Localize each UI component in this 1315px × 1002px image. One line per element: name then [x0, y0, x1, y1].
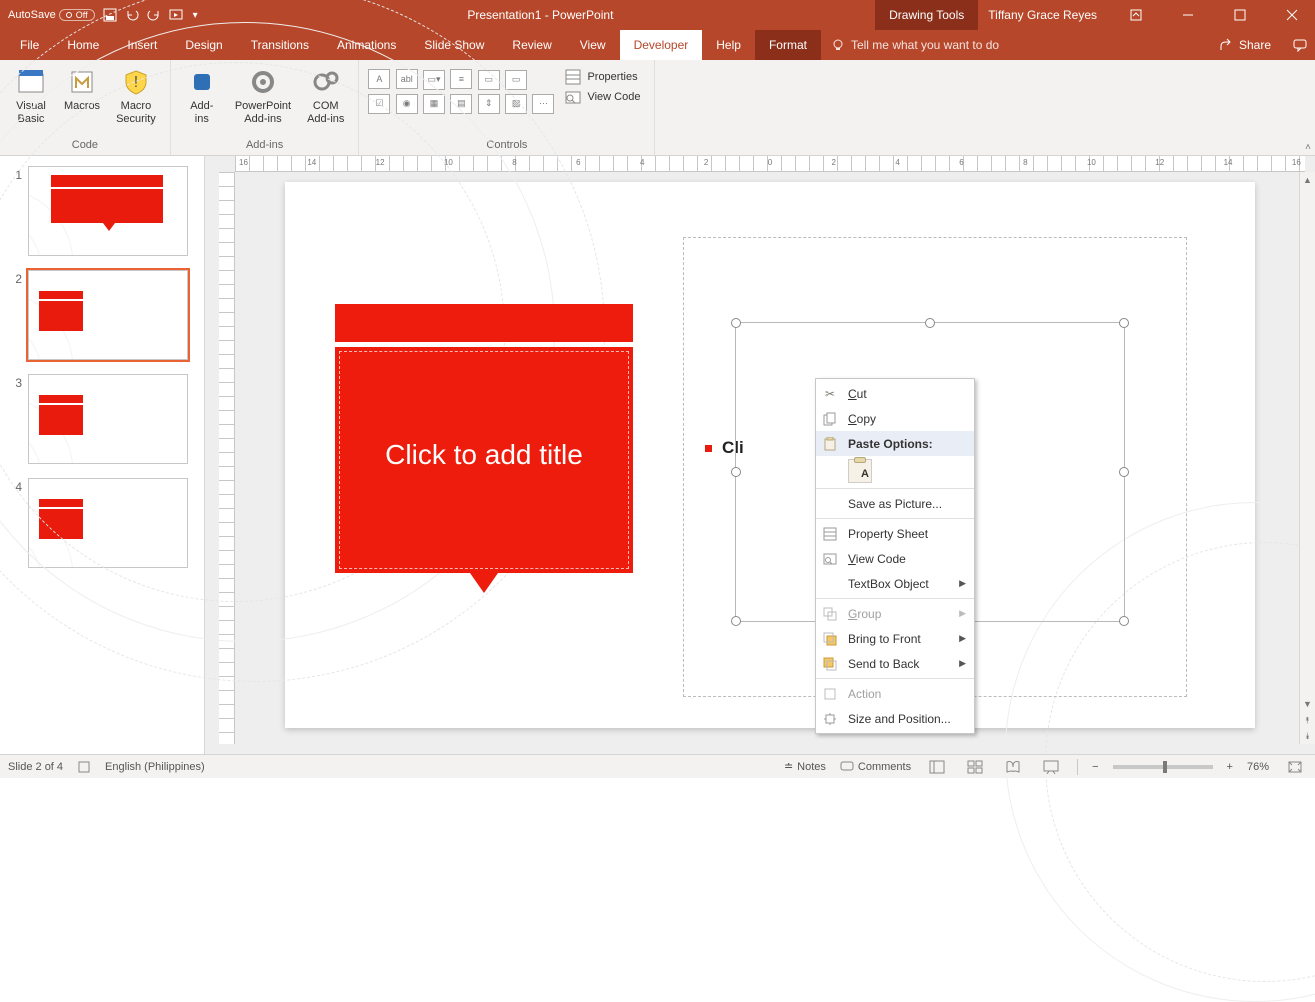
ribbon-display-options-icon[interactable] — [1113, 0, 1159, 30]
next-slide-icon[interactable]: ⯯ — [1300, 728, 1315, 744]
ctx-bring-to-front[interactable]: Bring to Front▶ — [816, 626, 974, 651]
zoom-slider[interactable] — [1113, 765, 1213, 769]
group-icon — [820, 607, 840, 621]
close-button[interactable] — [1269, 0, 1315, 30]
ctx-view-code[interactable]: View Code — [816, 546, 974, 571]
scroll-up-icon[interactable]: ▲ — [1300, 172, 1315, 188]
view-code-icon — [820, 552, 840, 566]
zoom-out-button[interactable]: − — [1092, 761, 1098, 773]
ctx-group: Group▶ — [816, 601, 974, 626]
collapse-ribbon-icon[interactable]: ˄ — [1305, 142, 1311, 153]
tab-developer[interactable]: Developer — [620, 30, 703, 60]
bullet-icon — [705, 445, 712, 452]
title-placeholder-text: Click to add title — [335, 439, 633, 471]
work-area: 1 2 3 4 — [0, 156, 1315, 754]
ctx-textbox-object[interactable]: TextBox Object▶ — [816, 571, 974, 596]
comments-button[interactable]: Comments — [840, 761, 911, 773]
share-button[interactable]: Share — [1205, 38, 1285, 52]
slideshow-view-icon[interactable] — [1039, 757, 1063, 777]
share-label: Share — [1239, 38, 1271, 52]
account-name[interactable]: Tiffany Grace Reyes — [978, 8, 1107, 22]
property-sheet-icon — [820, 527, 840, 541]
ctx-cut[interactable]: ✂Cut — [816, 381, 974, 406]
tab-view[interactable]: View — [566, 30, 620, 60]
autosave-toggle[interactable]: AutoSave Off — [8, 0, 95, 30]
view-code-label: View Code — [587, 91, 640, 103]
accessibility-icon[interactable] — [77, 760, 91, 774]
size-position-icon — [820, 712, 840, 726]
maximize-button[interactable] — [1217, 0, 1263, 30]
fit-to-window-icon[interactable] — [1283, 757, 1307, 777]
view-code-icon — [565, 89, 581, 105]
control-button-icon[interactable]: ▭ — [505, 70, 527, 90]
send-back-icon — [820, 657, 840, 671]
view-code-button[interactable]: View Code — [559, 88, 646, 106]
control-more-icon[interactable]: ⋯ — [532, 94, 554, 114]
properties-button[interactable]: Properties — [559, 68, 646, 86]
ctx-copy[interactable]: Copy — [816, 406, 974, 431]
tab-review[interactable]: Review — [498, 30, 565, 60]
properties-icon — [565, 69, 581, 85]
tab-format[interactable]: Format — [755, 30, 821, 60]
ctx-send-to-back[interactable]: Send to Back▶ — [816, 651, 974, 676]
slide-indicator[interactable]: Slide 2 of 4 — [8, 761, 63, 773]
tell-me-label: Tell me what you want to do — [851, 38, 999, 52]
ctx-size-position[interactable]: Size and Position... — [816, 706, 974, 731]
slide-canvas[interactable]: Click to add title Cli ✂Cut — [285, 182, 1255, 728]
ctx-paste-options: Paste Options: — [816, 431, 974, 456]
action-icon — [820, 687, 840, 701]
tab-help[interactable]: Help — [702, 30, 755, 60]
share-icon — [1219, 38, 1233, 52]
bring-front-icon — [820, 632, 840, 646]
title-placeholder[interactable]: Click to add title — [335, 347, 633, 573]
vertical-scrollbar[interactable]: ▲ ▼ ⯭ ⯯ — [1299, 172, 1315, 744]
paste-icon — [820, 437, 840, 451]
comments-icon[interactable] — [1285, 30, 1315, 60]
ctx-save-as-picture[interactable]: Save as Picture... — [816, 491, 974, 516]
status-bar: Slide 2 of 4 English (Philippines) ≐ Not… — [0, 754, 1315, 778]
zoom-in-button[interactable]: + — [1227, 761, 1233, 773]
contextual-tab-label: Drawing Tools — [875, 0, 978, 30]
autosave-label: AutoSave — [8, 9, 56, 21]
ctx-property-sheet[interactable]: Property Sheet — [816, 521, 974, 546]
language-indicator[interactable]: English (Philippines) — [105, 761, 205, 773]
notes-button[interactable]: ≐ Notes — [784, 760, 826, 773]
minimize-button[interactable] — [1165, 0, 1211, 30]
context-menu: ✂Cut Copy Paste Options: A Save as Pictu… — [815, 378, 975, 734]
properties-label: Properties — [587, 71, 637, 83]
ctx-action: Action — [816, 681, 974, 706]
ctx-paste-keep-text[interactable]: A — [816, 456, 974, 486]
lightbulb-icon — [831, 38, 845, 52]
reading-view-icon[interactable] — [1001, 757, 1025, 777]
zoom-level[interactable]: 76% — [1247, 761, 1269, 773]
scissors-icon: ✂ — [820, 387, 840, 401]
prev-slide-icon[interactable]: ⯭ — [1300, 712, 1315, 728]
sorter-view-icon[interactable] — [963, 757, 987, 777]
normal-view-icon[interactable] — [925, 757, 949, 777]
slide-editor[interactable]: 1614121086420246810121416 Click to add t… — [205, 156, 1315, 754]
tell-me-search[interactable]: Tell me what you want to do — [821, 38, 1009, 52]
autosave-state: Off — [76, 10, 88, 20]
copy-icon — [820, 412, 840, 426]
scroll-down-icon[interactable]: ▼ — [1300, 696, 1315, 712]
title-header-shape — [335, 304, 633, 342]
